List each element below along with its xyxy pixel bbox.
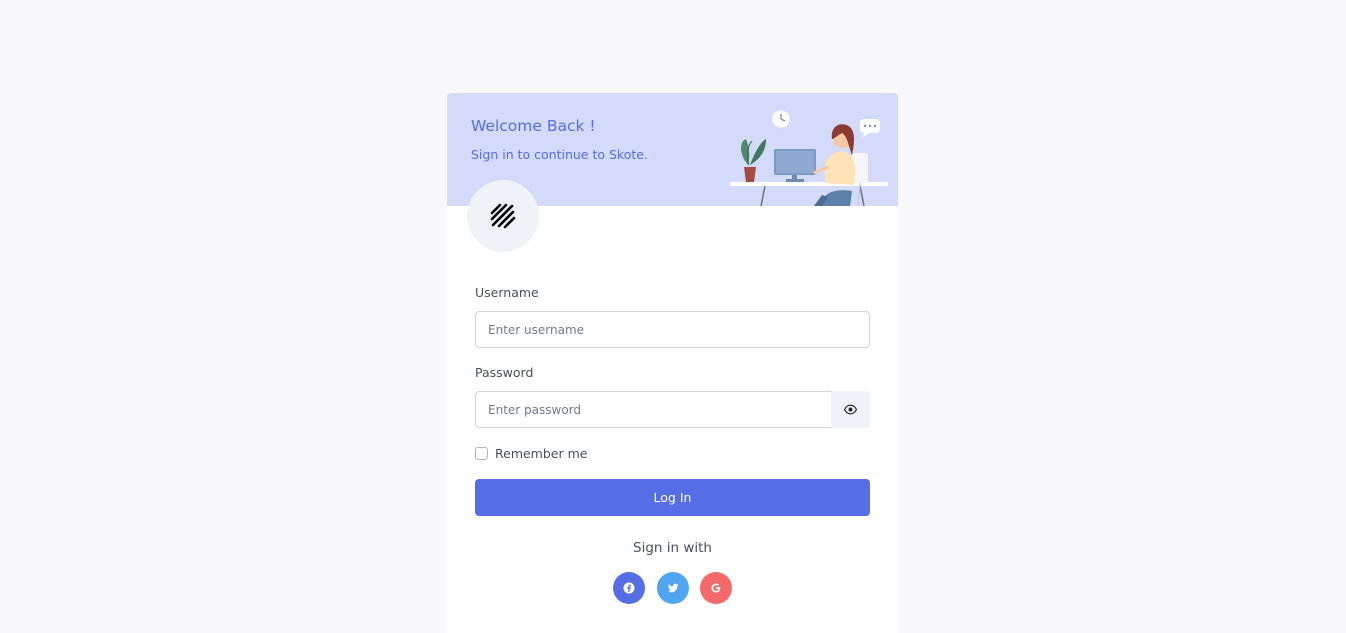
sign-in-with-heading: Sign in with	[633, 540, 712, 556]
login-card: Welcome Back ! Sign in to continue to Sk…	[447, 93, 898, 633]
remember-me-label[interactable]: Remember me	[495, 446, 587, 461]
twitter-button[interactable]	[657, 572, 689, 604]
login-button[interactable]: Log In	[475, 479, 870, 516]
facebook-icon	[623, 582, 635, 594]
welcome-subtitle: Sign in to continue to Skote.	[471, 147, 648, 162]
google-button[interactable]	[700, 572, 732, 604]
eye-icon	[844, 404, 857, 415]
remember-me-row: Remember me	[475, 446, 587, 461]
password-toggle-button[interactable]	[831, 391, 870, 428]
welcome-title: Welcome Back !	[471, 117, 596, 135]
logo-avatar[interactable]	[467, 180, 539, 252]
password-label: Password	[475, 365, 534, 380]
password-input[interactable]	[475, 391, 832, 428]
facebook-button[interactable]	[613, 572, 645, 604]
remember-me-checkbox[interactable]	[475, 447, 488, 460]
twitter-icon	[667, 583, 679, 593]
stripes-logo-icon	[490, 203, 516, 229]
google-icon	[711, 583, 721, 593]
profile-illustration	[730, 109, 888, 206]
username-label: Username	[475, 285, 539, 300]
username-input[interactable]	[475, 311, 870, 348]
